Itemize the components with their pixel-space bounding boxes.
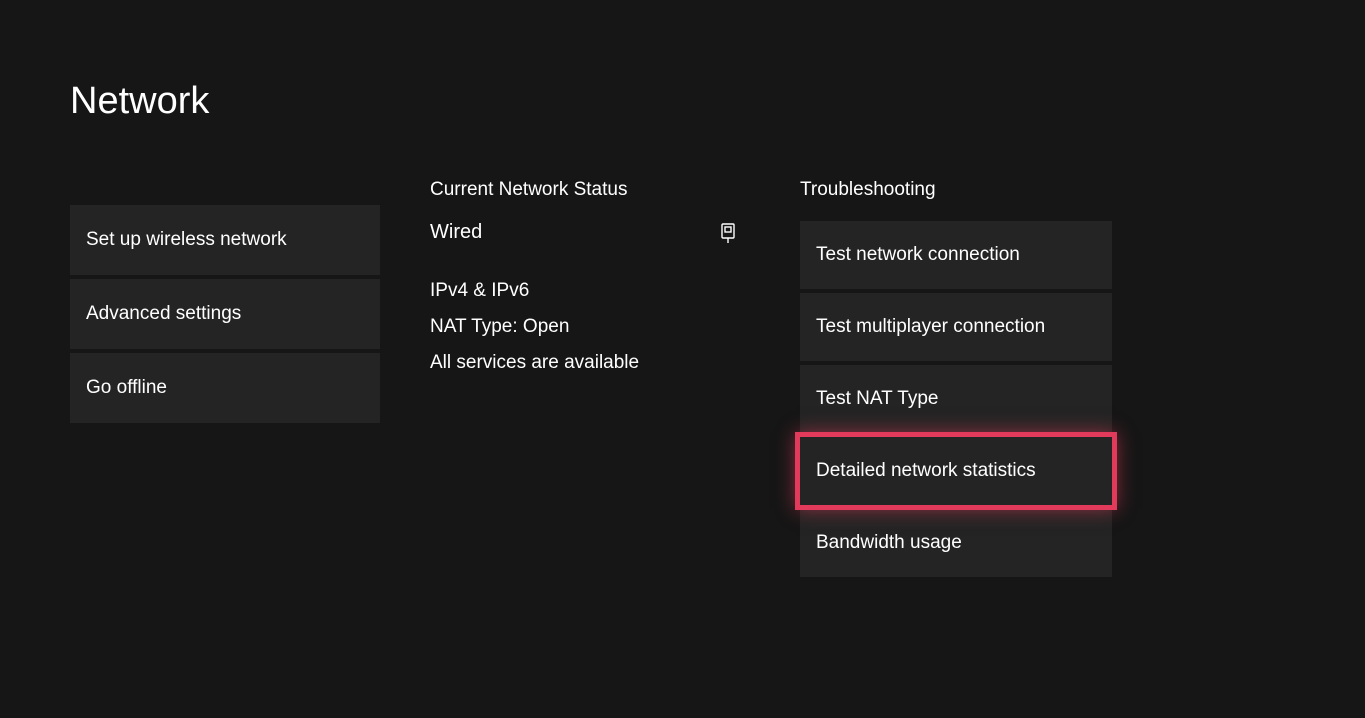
troubleshooting-heading: Troubleshooting [800, 179, 1112, 201]
status-line-ip: IPv4 & IPv6 [430, 280, 750, 302]
bandwidth-usage-button[interactable]: Bandwidth usage [800, 509, 1112, 577]
troubleshooting-section: Troubleshooting Test network connection … [800, 175, 1112, 581]
network-settings-page: Network Set up wireless network Advanced… [0, 0, 1365, 581]
menu-item-label: Detailed network statistics [816, 460, 1036, 482]
status-heading: Current Network Status [430, 179, 750, 201]
status-line-services: All services are available [430, 352, 750, 374]
columns-layout: Set up wireless network Advanced setting… [70, 175, 1295, 581]
menu-item-label: Set up wireless network [86, 229, 287, 251]
ethernet-icon [720, 222, 736, 244]
page-title: Network [70, 80, 1295, 123]
test-network-connection-button[interactable]: Test network connection [800, 221, 1112, 289]
connection-type-row: Wired [430, 221, 750, 244]
status-line-nat: NAT Type: Open [430, 316, 750, 338]
menu-item-label: Test NAT Type [816, 388, 939, 410]
go-offline-button[interactable]: Go offline [70, 353, 380, 423]
advanced-settings-button[interactable]: Advanced settings [70, 279, 380, 349]
menu-item-label: Go offline [86, 377, 167, 399]
menu-item-label: Test multiplayer connection [816, 316, 1045, 338]
menu-item-label: Test network connection [816, 244, 1020, 266]
left-menu: Set up wireless network Advanced setting… [70, 175, 380, 581]
menu-item-label: Advanced settings [86, 303, 241, 325]
test-multiplayer-connection-button[interactable]: Test multiplayer connection [800, 293, 1112, 361]
detailed-network-statistics-button[interactable]: Detailed network statistics [800, 437, 1112, 505]
current-network-status-section: Current Network Status Wired IPv4 & IPv6… [430, 175, 750, 581]
set-up-wireless-network-button[interactable]: Set up wireless network [70, 205, 380, 275]
connection-type-label: Wired [430, 221, 482, 244]
menu-item-label: Bandwidth usage [816, 532, 962, 554]
test-nat-type-button[interactable]: Test NAT Type [800, 365, 1112, 433]
